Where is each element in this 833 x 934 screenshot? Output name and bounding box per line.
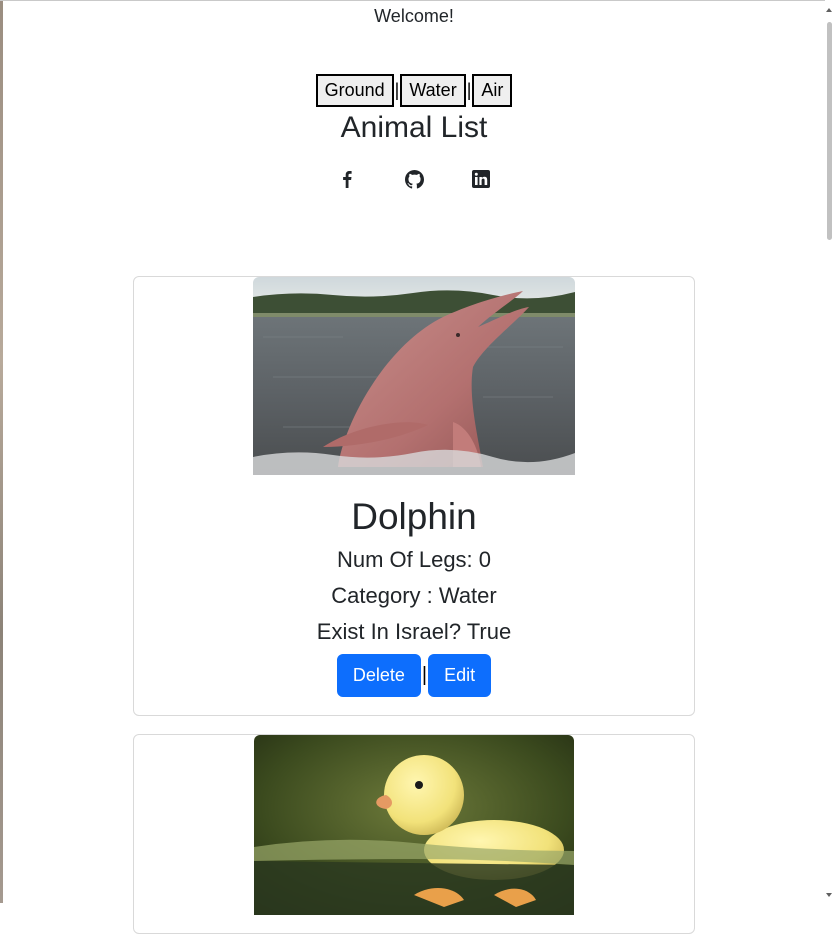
nav-ground-button[interactable]: Ground	[315, 74, 394, 107]
welcome-text: Welcome!	[374, 6, 454, 26]
category-nav: Ground | Water | Air	[0, 74, 828, 107]
nav-water-button[interactable]: Water	[400, 74, 466, 107]
scrollbar[interactable]	[825, 0, 833, 903]
card-actions: Delete | Edit	[134, 654, 694, 697]
edit-button[interactable]: Edit	[428, 654, 492, 697]
scroll-up-arrow-icon[interactable]	[826, 8, 832, 12]
animal-card	[133, 734, 695, 934]
delete-button[interactable]: Delete	[336, 654, 421, 697]
window-top-border	[0, 0, 833, 1]
page-title: Animal List	[340, 111, 488, 144]
nav-separator: |	[394, 80, 400, 100]
scrollbar-thumb[interactable]	[827, 22, 832, 240]
animal-image	[254, 735, 574, 915]
animal-card: Dolphin Num Of Legs: 0 Category : Water …	[133, 276, 695, 716]
scroll-down-arrow-icon[interactable]	[826, 893, 832, 897]
action-separator: |	[421, 664, 428, 686]
facebook-icon[interactable]	[337, 169, 357, 189]
animal-name: Dolphin	[351, 496, 477, 537]
github-icon[interactable]	[404, 169, 424, 189]
animal-exist-in-israel: Exist In Israel? True	[316, 619, 512, 644]
nav-air-button[interactable]: Air	[472, 74, 513, 107]
animal-category: Category : Water	[331, 583, 497, 608]
animal-image	[253, 277, 575, 475]
nav-separator: |	[466, 80, 472, 100]
linkedin-icon[interactable]	[471, 169, 491, 189]
animal-legs: Num Of Legs: 0	[336, 547, 492, 572]
